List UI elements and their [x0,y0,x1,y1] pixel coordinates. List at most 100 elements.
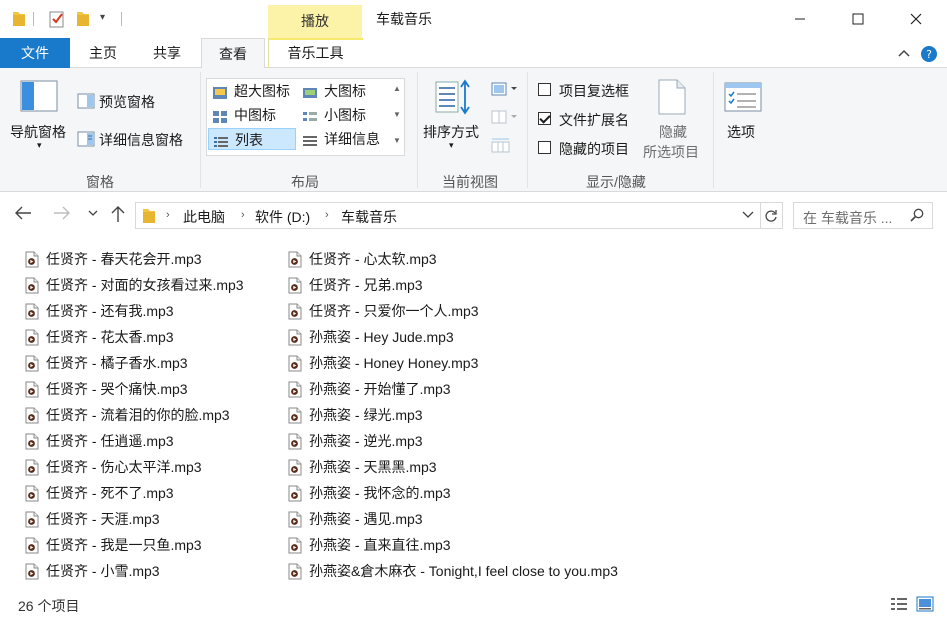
file-item[interactable]: 任贤齐 - 对面的女孩看过来.mp3 [25,272,244,298]
file-item[interactable]: 任贤齐 - 橘子香水.mp3 [25,350,188,376]
layout-extra-large-icons[interactable]: 超大图标 [208,80,296,102]
file-name: 任贤齐 - 我是一只鱼.mp3 [46,537,202,553]
file-item[interactable]: 孙燕姿 - 逆光.mp3 [288,428,423,454]
navigation-pane-button[interactable]: 导航窗格 [10,122,66,142]
navigation-pane-icon[interactable] [20,80,58,115]
file-name: 任贤齐 - 心太软.mp3 [309,251,437,267]
file-item[interactable]: 任贤齐 - 天涯.mp3 [25,506,160,532]
file-item[interactable]: 任贤齐 - 哭个痛快.mp3 [25,376,188,402]
file-item[interactable]: 孙燕姿 - Hey Jude.mp3 [288,324,454,350]
minimize-button[interactable] [771,0,829,38]
layout-medium-icons[interactable]: 中图标 [208,104,296,126]
preview-pane-button[interactable]: 预览窗格 [99,92,155,112]
search-icon[interactable] [910,208,924,225]
file-item[interactable]: 任贤齐 - 我是一只鱼.mp3 [25,532,202,558]
file-item[interactable]: 孙燕姿 - 开始懂了.mp3 [288,376,451,402]
layout-details[interactable]: 详细信息 [298,128,388,150]
options-button[interactable]: 选项 [727,122,755,142]
hide-selected-button-line1[interactable]: 隐藏 [659,122,687,142]
title-bar: ▾ 播放 车载音乐 [0,0,947,38]
audio-file-icon [25,432,39,450]
customize-toolbar-dropdown[interactable]: ▾ [100,12,105,23]
details-view-icon[interactable] [890,597,908,614]
layout-gallery-scroll[interactable]: ▲ ▼ ▼ [389,78,405,156]
breadcrumb-drive-d[interactable]: 软件 (D:) [255,207,310,227]
breadcrumb-separator-icon[interactable]: › [325,209,329,221]
hide-selected-button-line2[interactable]: 所选项目 [643,142,699,162]
medium-icons-icon [212,108,228,130]
layout-list[interactable]: 列表 [208,128,296,150]
tab-share[interactable]: 共享 [136,38,198,68]
close-button[interactable] [887,0,945,38]
forward-arrow-icon[interactable] [53,205,71,226]
sort-by-button[interactable]: 排序方式 [423,122,479,142]
breadcrumb-separator-icon[interactable]: › [241,209,245,221]
file-extensions-checkbox[interactable] [538,112,551,125]
new-folder-icon[interactable] [76,10,90,30]
file-item[interactable]: 任贤齐 - 兄弟.mp3 [288,272,423,298]
chevron-down-icon[interactable]: ▾ [37,140,42,151]
file-item[interactable]: 任贤齐 - 心太软.mp3 [288,246,437,272]
divider [713,72,714,188]
file-item[interactable]: 任贤齐 - 流着泪的你的脸.mp3 [25,402,230,428]
audio-file-icon [25,250,39,268]
file-item[interactable]: 孙燕姿 - 我怀念的.mp3 [288,480,451,506]
file-extensions-label: 文件扩展名 [559,112,629,128]
address-history-dropdown[interactable] [742,210,754,222]
details-pane-button[interactable]: 详细信息窗格 [99,130,183,150]
group-label-show-hide: 显示/隐藏 [586,174,646,190]
large-icons-view-icon[interactable] [916,596,934,615]
folder-icon[interactable] [12,10,26,30]
breadcrumb-separator-icon[interactable]: › [166,209,170,221]
breadcrumb-current-folder[interactable]: 车载音乐 [341,207,397,227]
search-input[interactable]: 在 车载音乐 ... [803,208,892,228]
file-name: 任贤齐 - 哭个痛快.mp3 [46,381,188,397]
navigation-bar: › 此电脑 › 软件 (D:) › 车载音乐 在 车载音乐 ... [0,192,947,238]
audio-file-icon [25,302,39,320]
file-item[interactable]: 孙燕姿 - 直来直往.mp3 [288,532,451,558]
refresh-button[interactable] [759,202,783,229]
help-icon[interactable]: ? [920,45,938,66]
group-by-icon[interactable] [491,82,519,99]
item-checkboxes-checkbox[interactable] [538,83,551,96]
file-item[interactable]: 任贤齐 - 伤心太平洋.mp3 [25,454,202,480]
file-item[interactable]: 任贤齐 - 死不了.mp3 [25,480,174,506]
file-item[interactable]: 任贤齐 - 小雪.mp3 [25,558,160,584]
file-item[interactable]: 任贤齐 - 任逍遥.mp3 [25,428,174,454]
recent-locations-dropdown[interactable] [88,208,98,220]
file-item[interactable]: 孙燕姿 - 遇见.mp3 [288,506,423,532]
small-icons-icon [302,108,318,130]
file-item[interactable]: 孙燕姿 - Honey Honey.mp3 [288,350,478,376]
layout-label: 大图标 [324,83,366,99]
options-icon[interactable] [724,82,762,115]
sort-by-icon[interactable] [434,78,472,121]
file-item[interactable]: 孙燕姿 - 天黑黑.mp3 [288,454,437,480]
up-arrow-icon[interactable] [111,205,125,228]
chevron-down-icon[interactable]: ▾ [449,140,454,151]
file-item[interactable]: 任贤齐 - 花太香.mp3 [25,324,174,350]
scroll-up-icon[interactable]: ▲ [393,84,401,93]
divider [121,12,122,26]
maximize-button[interactable] [829,0,887,38]
tab-file[interactable]: 文件 [0,38,70,68]
file-item[interactable]: 任贤齐 - 春天花会开.mp3 [25,246,202,272]
tab-home[interactable]: 主页 [72,38,134,68]
breadcrumb-this-pc[interactable]: 此电脑 [183,207,225,227]
file-item[interactable]: 任贤齐 - 还有我.mp3 [25,298,174,324]
file-item[interactable]: 孙燕姿 - 绿光.mp3 [288,402,423,428]
search-box[interactable]: 在 车载音乐 ... [793,202,933,229]
tab-music-tools[interactable]: 音乐工具 [268,38,363,68]
tab-view[interactable]: 查看 [201,38,265,69]
properties-icon[interactable] [49,10,65,30]
address-bar[interactable]: › 此电脑 › 软件 (D:) › 车载音乐 [135,202,761,229]
back-arrow-icon[interactable] [14,205,32,226]
hidden-items-checkbox[interactable] [538,141,551,154]
collapse-ribbon-icon[interactable] [898,45,910,61]
expand-gallery-icon[interactable]: ▼ [393,136,401,145]
file-item[interactable]: 孙燕姿&倉木麻衣 - Tonight,I feel close to you.m… [288,558,618,584]
scroll-down-icon[interactable]: ▼ [393,110,401,119]
file-item[interactable]: 任贤齐 - 只爱你一个人.mp3 [288,298,479,324]
layout-large-icons[interactable]: 大图标 [298,80,388,102]
layout-small-icons[interactable]: 小图标 [298,104,388,126]
hide-selected-icon [657,78,687,119]
